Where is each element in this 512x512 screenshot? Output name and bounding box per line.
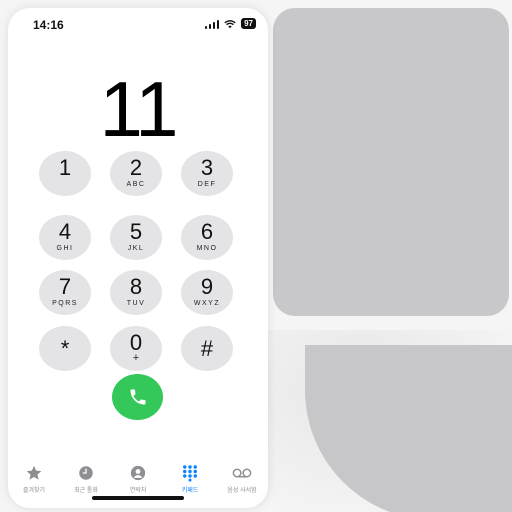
key-2[interactable]: 2 ABC xyxy=(110,151,162,196)
call-button[interactable] xyxy=(112,374,163,420)
key-7[interactable]: 7 PQRS xyxy=(39,270,91,315)
tab-bar: 즐겨찾기 최근 통화 연락처 키패드 음성 사서함 xyxy=(8,460,268,500)
home-indicator[interactable] xyxy=(92,496,184,500)
key-digit: 4 xyxy=(58,219,72,244)
key-4[interactable]: 4 GHI xyxy=(39,215,91,260)
tab-label: 최근 통화 xyxy=(74,488,98,494)
status-bar: 14:16 97 xyxy=(8,8,268,40)
key-digit: 6 xyxy=(200,219,214,244)
person-icon xyxy=(130,465,146,481)
key-digit: 9 xyxy=(200,274,214,299)
key-9[interactable]: 9 WXYZ xyxy=(181,270,233,315)
tab-favorites[interactable]: 즐겨찾기 xyxy=(8,460,60,494)
key-letters: TUV xyxy=(126,300,146,307)
screenshot-stage: 14:16 97 11 1 2 ABC 3 DEF 4 GHI 5 JKL 6 … xyxy=(0,0,512,512)
key-letters: ABC xyxy=(126,181,146,188)
key-6[interactable]: 6 MNO xyxy=(181,215,233,260)
status-icons: 97 xyxy=(204,18,256,29)
key-digit: 1 xyxy=(58,155,72,180)
key-5[interactable]: 5 JKL xyxy=(110,215,162,260)
signal-icon xyxy=(204,19,220,29)
key-digit: 5 xyxy=(129,219,143,244)
key-letters: PQRS xyxy=(52,300,78,307)
key-8[interactable]: 8 TUV xyxy=(110,270,162,315)
tab-recents[interactable]: 최근 통화 xyxy=(60,460,112,494)
key-digit: 3 xyxy=(200,155,214,180)
dialed-number: 11 xyxy=(99,65,179,153)
tab-label: 즐겨찾기 xyxy=(22,488,46,494)
key-hash[interactable]: # xyxy=(181,326,233,371)
tab-contacts[interactable]: 연락처 xyxy=(112,460,164,494)
key-letters: MNO xyxy=(196,245,218,252)
key-1[interactable]: 1 xyxy=(39,151,91,196)
key-letters: DEF xyxy=(197,181,217,188)
key-0[interactable]: 0 + xyxy=(110,326,162,371)
key-3[interactable]: 3 DEF xyxy=(181,151,233,196)
phone-icon xyxy=(130,389,145,405)
status-time: 14:16 xyxy=(33,18,64,32)
key-digit: 8 xyxy=(129,274,143,299)
key-digit: 0 xyxy=(129,330,143,355)
tab-voicemail[interactable]: 음성 사서함 xyxy=(216,460,268,494)
key-letters: JKL xyxy=(127,245,145,252)
voicemail-icon xyxy=(232,468,252,478)
tab-label: 키패드 xyxy=(181,488,199,494)
key-digit: * xyxy=(60,336,70,361)
key-digit: # xyxy=(200,336,214,361)
phone-screen: 14:16 97 11 1 2 ABC 3 DEF 4 GHI 5 JKL 6 … xyxy=(8,8,268,508)
clock-icon xyxy=(79,466,93,480)
key-letters: WXYZ xyxy=(193,300,221,307)
tab-keypad[interactable]: 키패드 xyxy=(164,460,216,494)
key-letters: GHI xyxy=(56,245,74,252)
key-digit: 7 xyxy=(58,274,72,299)
keypad-icon xyxy=(183,465,197,482)
key-letters: + xyxy=(132,352,140,364)
wifi-icon xyxy=(224,19,236,28)
background-panel xyxy=(273,8,509,316)
tab-label: 연락처 xyxy=(129,488,147,494)
tab-label: 음성 사서함 xyxy=(227,488,257,494)
star-icon xyxy=(26,465,42,480)
key-digit: 2 xyxy=(129,155,143,180)
key-star[interactable]: * xyxy=(39,326,91,371)
battery-icon: 97 xyxy=(241,18,256,29)
